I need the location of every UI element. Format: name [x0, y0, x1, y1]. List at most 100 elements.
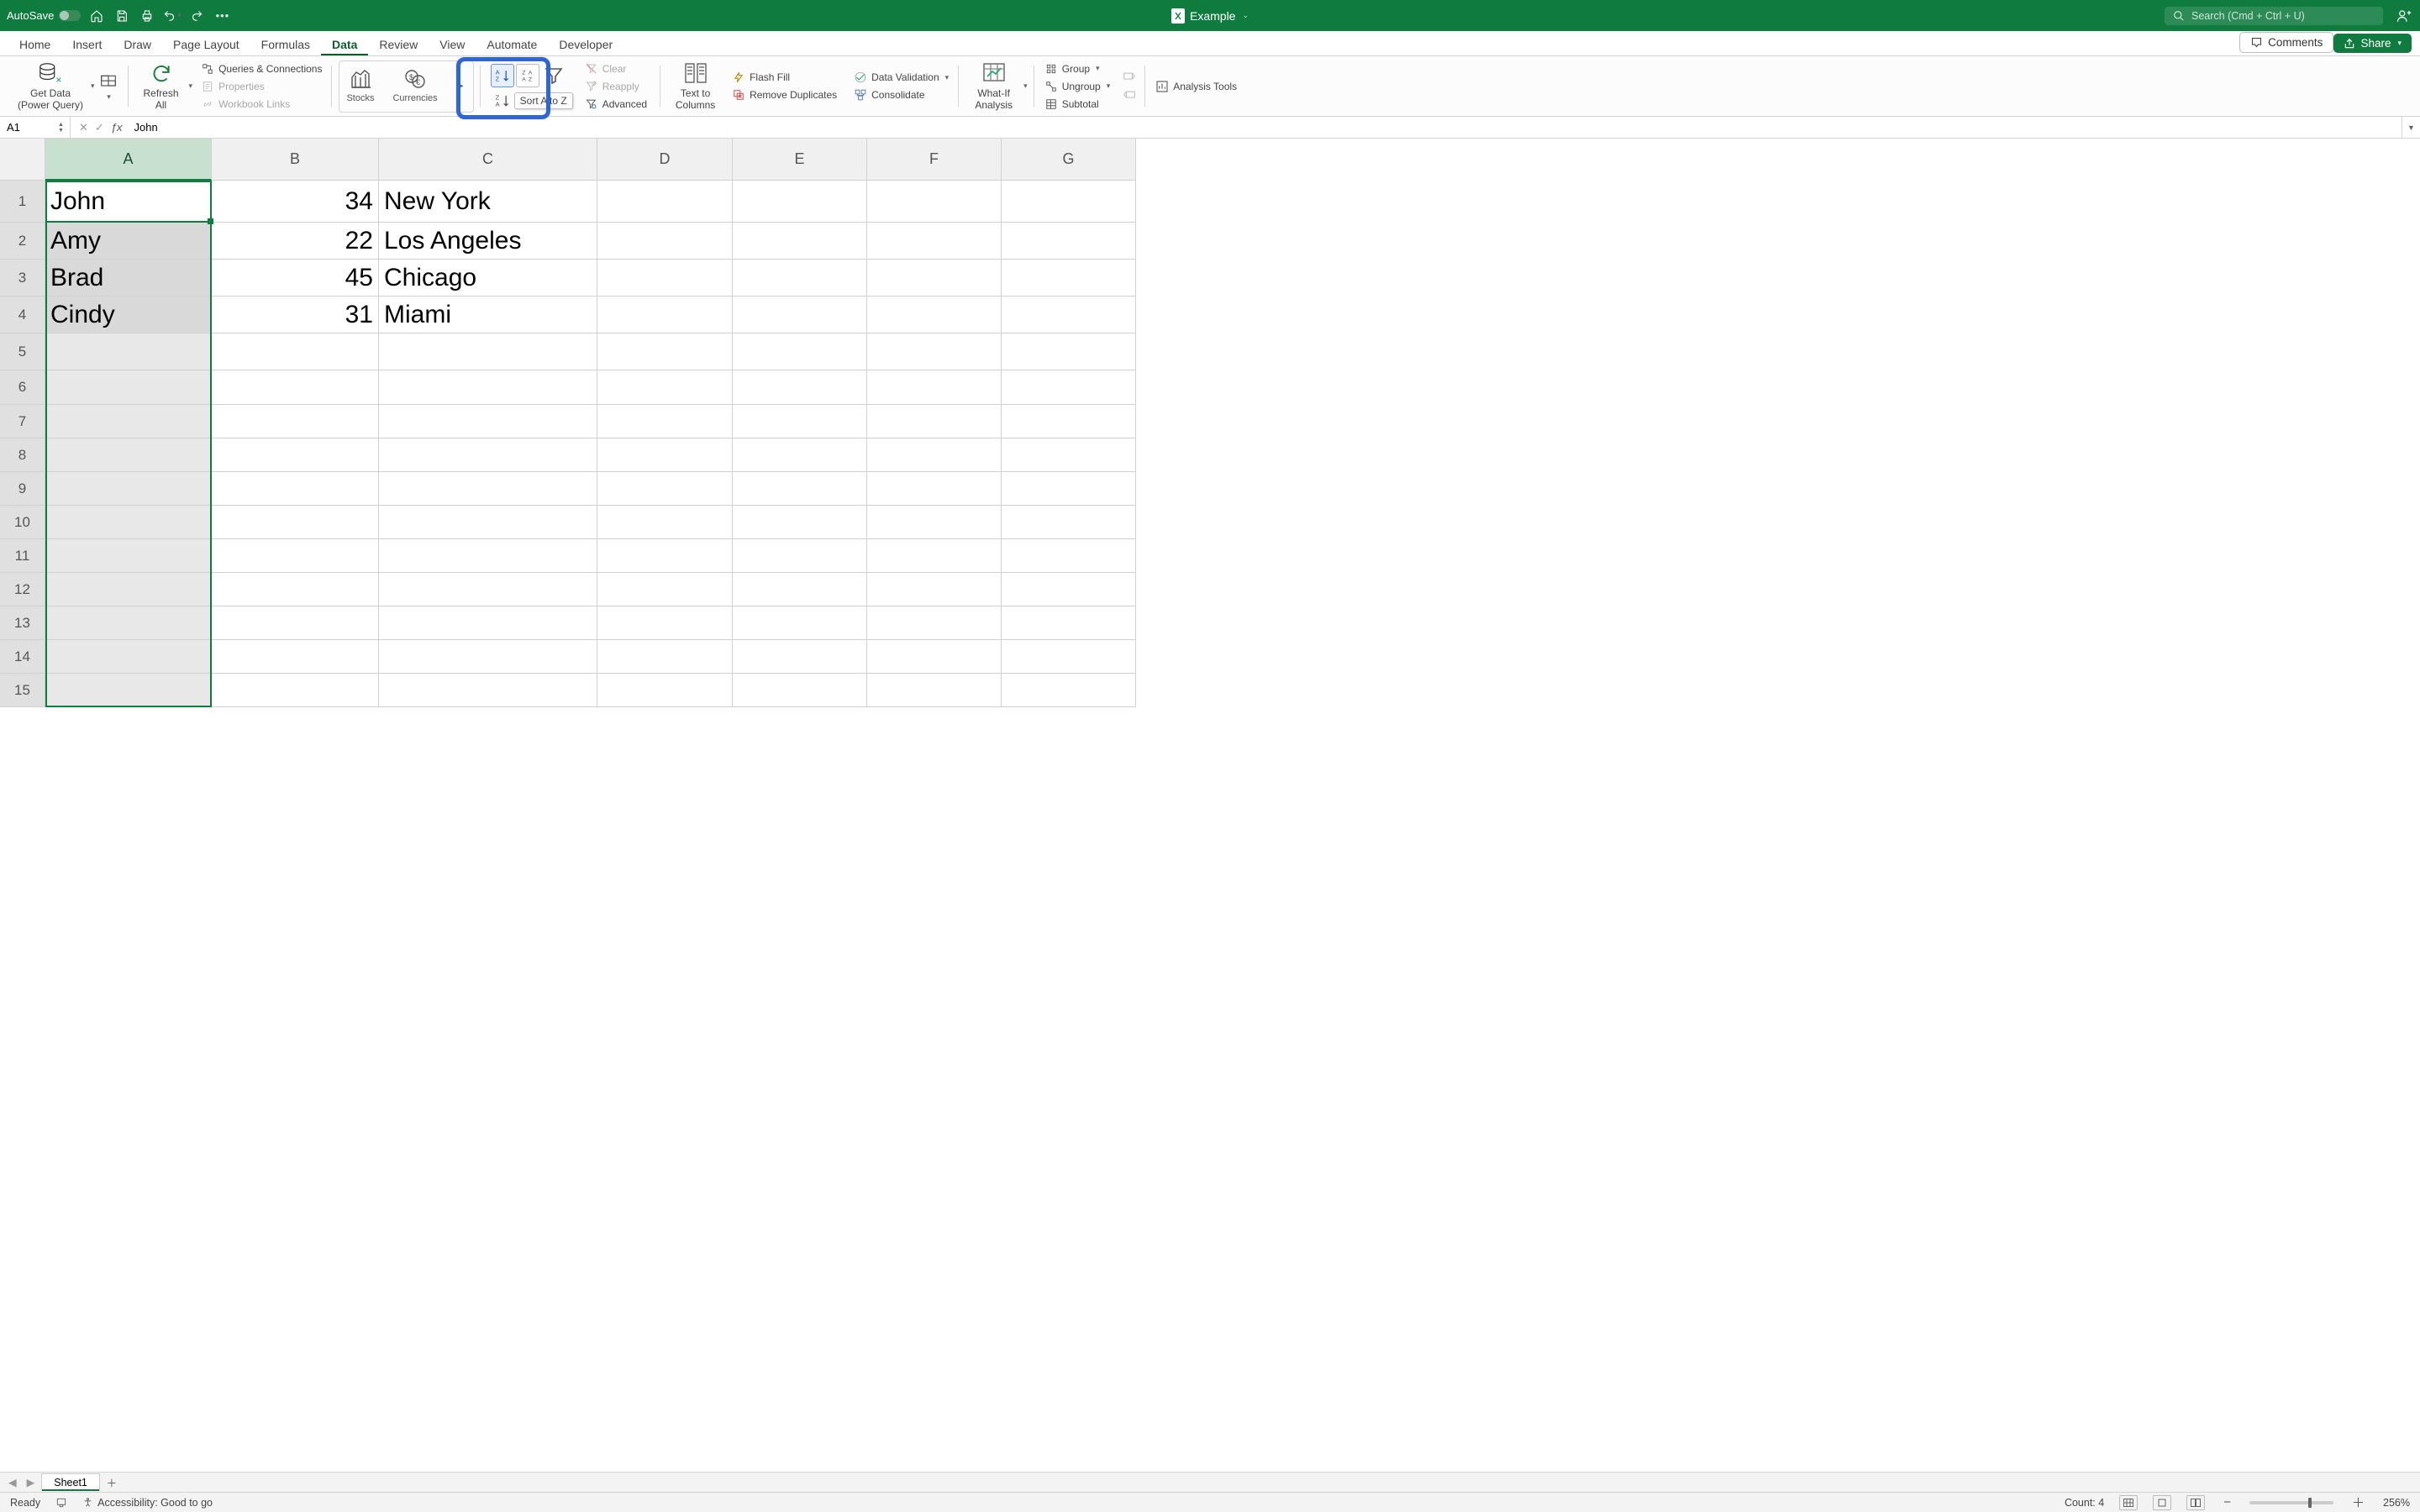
spreadsheet-grid[interactable]: ABCDEFG1John34New York2Amy22Los Angeles3… [0, 139, 2420, 1472]
cell-C5[interactable] [379, 333, 597, 370]
row-header-12[interactable]: 12 [0, 573, 45, 606]
cell-A10[interactable] [45, 506, 212, 539]
more-icon[interactable]: ••• [213, 7, 232, 25]
cell-A9[interactable] [45, 472, 212, 506]
properties-button[interactable]: Properties [197, 79, 325, 94]
sort-ascending-button[interactable]: AZ [491, 64, 514, 87]
cell-E3[interactable] [733, 260, 867, 297]
currencies-type[interactable]: $€ Currencies [392, 69, 437, 103]
cell-D7[interactable] [597, 405, 733, 438]
cell-E2[interactable] [733, 223, 867, 260]
cell-G12[interactable] [1002, 573, 1136, 606]
cell-C3[interactable]: Chicago [379, 260, 597, 297]
cell-F14[interactable] [867, 640, 1002, 674]
cell-G3[interactable] [1002, 260, 1136, 297]
cell-B14[interactable] [212, 640, 379, 674]
reapply-button[interactable]: Reapply [581, 79, 650, 94]
tab-home[interactable]: Home [8, 33, 61, 55]
ungroup-button[interactable]: Ungroup ▾ [1041, 79, 1114, 94]
cell-A13[interactable] [45, 606, 212, 640]
select-all-corner[interactable] [0, 139, 45, 181]
cell-C12[interactable] [379, 573, 597, 606]
get-data-button[interactable]: Get Data (Power Query) [12, 60, 89, 112]
cell-D5[interactable] [597, 333, 733, 370]
account-icon[interactable] [2395, 7, 2413, 25]
cell-A5[interactable] [45, 333, 212, 370]
cell-E12[interactable] [733, 573, 867, 606]
cell-B1[interactable]: 34 [212, 181, 379, 223]
print-icon[interactable] [138, 7, 156, 25]
flash-fill-button[interactable]: Flash Fill [729, 70, 840, 85]
cell-B13[interactable] [212, 606, 379, 640]
clear-filter-button[interactable]: Clear [581, 61, 650, 76]
cell-C15[interactable] [379, 674, 597, 707]
cell-F10[interactable] [867, 506, 1002, 539]
cell-F13[interactable] [867, 606, 1002, 640]
macro-record-icon[interactable] [55, 1497, 67, 1509]
cell-F9[interactable] [867, 472, 1002, 506]
cell-F12[interactable] [867, 573, 1002, 606]
cell-E11[interactable] [733, 539, 867, 573]
cell-A11[interactable] [45, 539, 212, 573]
cell-A8[interactable] [45, 438, 212, 472]
name-box[interactable]: A1 ▲▼ [0, 117, 71, 138]
cell-C13[interactable] [379, 606, 597, 640]
cell-F15[interactable] [867, 674, 1002, 707]
sort-descending-button[interactable]: ZA [491, 89, 514, 113]
cell-B4[interactable]: 31 [212, 297, 379, 333]
analysis-tools-button[interactable]: Analysis Tools [1152, 79, 1240, 94]
cell-E9[interactable] [733, 472, 867, 506]
subtotal-button[interactable]: Subtotal [1041, 97, 1114, 112]
cell-B9[interactable] [212, 472, 379, 506]
cell-D2[interactable] [597, 223, 733, 260]
row-header-5[interactable]: 5 [0, 333, 45, 370]
comments-button[interactable]: Comments [2239, 32, 2333, 53]
consolidate-button[interactable]: Consolidate [850, 87, 952, 102]
cell-D6[interactable] [597, 370, 733, 405]
cell-B2[interactable]: 22 [212, 223, 379, 260]
cell-C7[interactable] [379, 405, 597, 438]
cell-C14[interactable] [379, 640, 597, 674]
cell-F1[interactable] [867, 181, 1002, 223]
cell-B10[interactable] [212, 506, 379, 539]
tab-review[interactable]: Review [368, 33, 429, 55]
fx-icon[interactable]: ƒx [111, 121, 123, 134]
cell-E7[interactable] [733, 405, 867, 438]
remove-duplicates-button[interactable]: Remove Duplicates [729, 87, 840, 102]
home-icon[interactable] [87, 7, 106, 25]
cell-A4[interactable]: Cindy [45, 297, 212, 333]
zoom-level[interactable]: 256% [2383, 1497, 2410, 1509]
cell-C10[interactable] [379, 506, 597, 539]
document-title[interactable]: Example [1190, 9, 1235, 23]
cell-G2[interactable] [1002, 223, 1136, 260]
cell-D15[interactable] [597, 674, 733, 707]
tab-formulas[interactable]: Formulas [250, 33, 321, 55]
group-button[interactable]: Group ▾ [1041, 61, 1114, 76]
row-header-2[interactable]: 2 [0, 223, 45, 260]
page-layout-view-button[interactable] [2153, 1495, 2171, 1510]
chevron-down-icon[interactable]: ⌄ [1242, 11, 1249, 20]
add-sheet-button[interactable]: ＋ [103, 1474, 120, 1491]
cell-D9[interactable] [597, 472, 733, 506]
row-header-13[interactable]: 13 [0, 606, 45, 640]
cell-C9[interactable] [379, 472, 597, 506]
cell-E5[interactable] [733, 333, 867, 370]
cell-B11[interactable] [212, 539, 379, 573]
row-header-7[interactable]: 7 [0, 405, 45, 438]
row-header-15[interactable]: 15 [0, 674, 45, 707]
cell-G5[interactable] [1002, 333, 1136, 370]
hide-detail-button[interactable] [1120, 90, 1139, 102]
cell-F8[interactable] [867, 438, 1002, 472]
row-header-3[interactable]: 3 [0, 260, 45, 297]
cell-C4[interactable]: Miami [379, 297, 597, 333]
row-header-1[interactable]: 1 [0, 181, 45, 223]
column-header-D[interactable]: D [597, 139, 733, 181]
gallery-more-button[interactable]: ▸ [456, 65, 466, 108]
cell-D11[interactable] [597, 539, 733, 573]
row-header-11[interactable]: 11 [0, 539, 45, 573]
cell-G10[interactable] [1002, 506, 1136, 539]
cell-G7[interactable] [1002, 405, 1136, 438]
row-header-6[interactable]: 6 [0, 370, 45, 405]
cell-G9[interactable] [1002, 472, 1136, 506]
accessibility-status[interactable]: Accessibility: Good to go [82, 1497, 213, 1509]
